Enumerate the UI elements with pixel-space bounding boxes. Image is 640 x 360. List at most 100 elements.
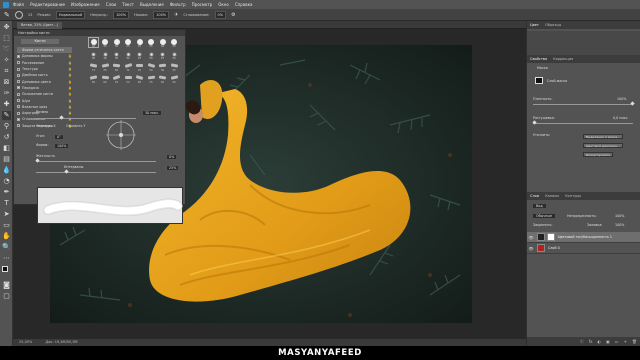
lock-icon[interactable]: 🔒: [68, 80, 72, 84]
document-tab[interactable]: Ветви, 25% (Цвет…): [17, 22, 63, 29]
brush-tip-preset[interactable]: 25: [170, 62, 179, 72]
spacing-slider-knob[interactable]: [64, 169, 69, 174]
brush-tip-preset[interactable]: 25: [112, 74, 121, 84]
tab-channels[interactable]: Каналы: [545, 194, 559, 198]
brush-option-checkbox[interactable]: [17, 73, 20, 77]
brush-tip-preset[interactable]: 36: [112, 50, 121, 60]
brush-option-checkbox[interactable]: [17, 111, 20, 115]
layer-opacity-value[interactable]: 100%: [615, 214, 624, 218]
feather-value[interactable]: 0,0 пикс.: [613, 116, 628, 120]
fill-value[interactable]: 100%: [615, 223, 624, 227]
invert-button[interactable]: Инвертировать: [583, 152, 614, 157]
blend-mode-select[interactable]: Обычные: [533, 214, 555, 218]
shape-tool-icon[interactable]: ▭: [2, 221, 11, 230]
spacing-value[interactable]: 25%: [166, 165, 180, 171]
move-tool-icon[interactable]: ✥: [2, 23, 11, 32]
brush-tip-preset[interactable]: 30: [88, 37, 99, 48]
brush-tip-preset[interactable]: 30: [112, 38, 121, 48]
brush-tip-preset[interactable]: 25: [135, 50, 144, 60]
hardness-slider-knob[interactable]: [35, 158, 40, 163]
hand-tool-icon[interactable]: ✋: [2, 232, 11, 241]
menu-help[interactable]: Справка: [235, 2, 253, 7]
quick-select-tool-icon[interactable]: ✧: [2, 56, 11, 65]
menu-filter[interactable]: Фильтр: [170, 2, 186, 7]
brush-panel-title[interactable]: Настройки кисти: [14, 30, 185, 36]
screen-mode-icon[interactable]: ▢: [2, 292, 11, 301]
eraser-tool-icon[interactable]: ◧: [2, 144, 11, 153]
flip-x-checkbox[interactable]: Отразить X: [36, 124, 56, 128]
color-swatches[interactable]: [0, 265, 12, 279]
roundness-field[interactable]: 100%: [54, 143, 70, 149]
settings-gear-icon[interactable]: ⚙: [231, 12, 235, 18]
menu-file[interactable]: Файл: [13, 2, 24, 7]
color-range-button[interactable]: Цветовой диапазон...: [583, 143, 623, 148]
lock-icon[interactable]: 🔒: [68, 86, 72, 90]
lock-icon[interactable]: 🔒: [68, 67, 72, 71]
brush-tip-preset[interactable]: 32: [124, 50, 133, 60]
brush-tip-preset[interactable]: 25: [135, 62, 144, 72]
menu-text[interactable]: Текст: [122, 2, 134, 7]
size-value[interactable]: 30 пикс.: [142, 110, 163, 116]
visibility-eye-icon[interactable]: 👁: [527, 246, 535, 251]
eyedropper-tool-icon[interactable]: ✑: [2, 89, 11, 98]
brush-tip-preset[interactable]: 50: [170, 50, 179, 60]
lock-icon[interactable]: 🔒: [68, 92, 72, 96]
brush-tip-preset[interactable]: 50: [124, 74, 133, 84]
brush-tip-preset[interactable]: 50: [147, 62, 156, 72]
new-group-icon[interactable]: ▭: [615, 339, 619, 344]
lock-icon[interactable]: 🔒: [68, 61, 72, 65]
spacing-slider[interactable]: [36, 169, 156, 174]
brush-tip-preset[interactable]: 30: [101, 38, 110, 48]
brush-tool-icon[interactable]: ✎: [4, 11, 10, 19]
layer-mask-thumb[interactable]: [547, 233, 555, 241]
brush-option-checkbox[interactable]: [17, 80, 20, 84]
blur-tool-icon[interactable]: 💧: [2, 166, 11, 175]
brush-option-checkbox[interactable]: [17, 117, 20, 121]
brush-tip-preset[interactable]: 25: [147, 74, 156, 84]
healing-tool-icon[interactable]: ✚: [2, 100, 11, 109]
tab-paths[interactable]: Контуры: [565, 194, 581, 198]
smoothing-field[interactable]: 0%: [214, 10, 227, 19]
hardness-slider[interactable]: [35, 158, 156, 163]
dodge-tool-icon[interactable]: ◔: [2, 177, 11, 186]
brush-option-checkbox[interactable]: [17, 105, 20, 109]
brush-tip-preset[interactable]: 50: [158, 74, 167, 84]
tab-swatches[interactable]: Образцы: [545, 23, 561, 27]
brush-option-checkbox[interactable]: [17, 124, 20, 128]
lasso-tool-icon[interactable]: ➰: [2, 45, 11, 54]
mode-select[interactable]: Нормальный: [55, 10, 86, 19]
brush-tip-preset[interactable]: 50: [147, 50, 156, 60]
density-slider[interactable]: [533, 101, 635, 106]
more-tools-icon[interactable]: ⋯: [2, 254, 11, 263]
color-picker-area[interactable]: [527, 31, 640, 55]
link-layers-icon[interactable]: ⓕ: [580, 339, 584, 345]
flow-field[interactable]: 100%: [153, 10, 170, 19]
quick-mask-icon[interactable]: ◙: [2, 281, 11, 290]
feather-slider[interactable]: [532, 120, 633, 125]
brush-tool-icon[interactable]: ✎: [2, 111, 11, 120]
brush-tip-preset[interactable]: 40: [170, 74, 179, 84]
lock-icon[interactable]: 🔒: [68, 105, 72, 109]
opacity-field[interactable]: 100%: [113, 10, 130, 19]
brush-preset-picker[interactable]: [14, 10, 23, 19]
foreground-color[interactable]: [2, 266, 8, 272]
tab-color[interactable]: Цвет: [530, 23, 539, 27]
brush-tip-preset[interactable]: 36: [158, 62, 167, 72]
tab-layers[interactable]: Слои: [530, 194, 539, 198]
lock-icon[interactable]: 🔒: [68, 73, 72, 77]
brush-option-checkbox[interactable]: [17, 67, 20, 71]
brush-angle-widget[interactable]: [104, 118, 138, 152]
brushes-button[interactable]: Кисти: [21, 39, 59, 44]
brush-tip-preset[interactable]: 36: [89, 50, 98, 60]
tab-properties[interactable]: Свойства: [530, 57, 547, 61]
brush-tip-preset[interactable]: 71: [89, 62, 98, 72]
brush-tip-preset[interactable]: 25: [158, 50, 167, 60]
photoshop-logo-icon[interactable]: [3, 1, 9, 8]
lock-icon[interactable]: 🔒: [68, 54, 72, 58]
brush-option-checkbox[interactable]: [17, 92, 20, 96]
layer-style-icon[interactable]: fx: [589, 339, 593, 344]
brush-tip-preset[interactable]: 71: [124, 62, 133, 72]
flip-y-checkbox[interactable]: Отразить Y: [66, 124, 85, 128]
layer-filter-select[interactable]: Вид: [533, 204, 546, 208]
brush-tip-preset[interactable]: 60: [135, 74, 144, 84]
